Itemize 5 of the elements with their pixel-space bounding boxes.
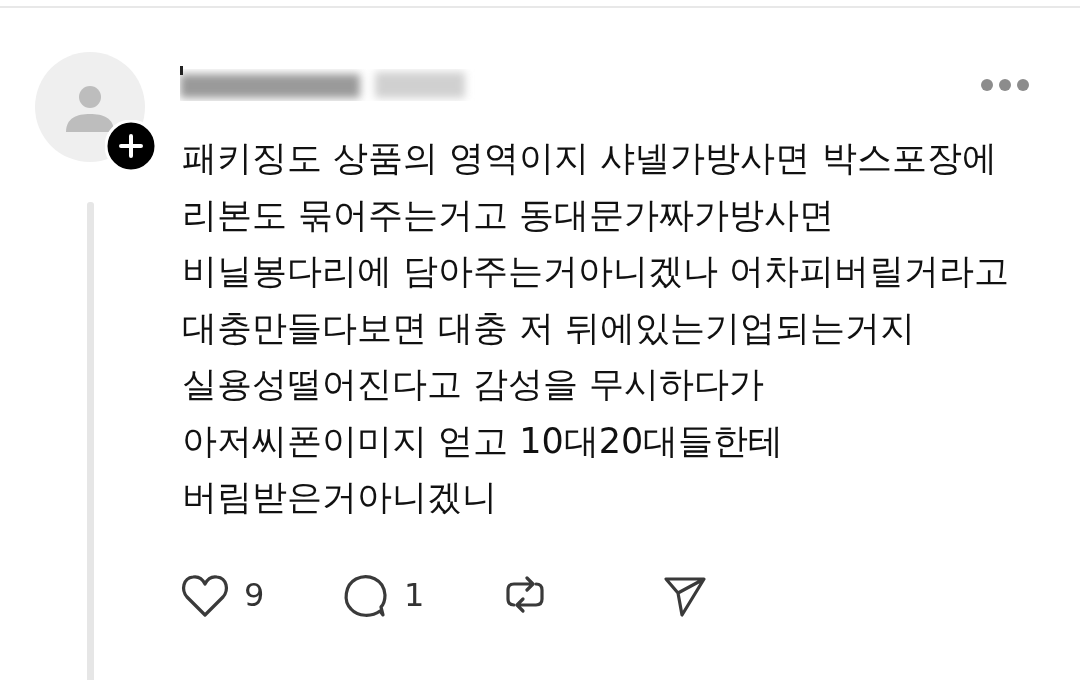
comment-text: 패키징도 상품의 영역이지 샤넬가방사면 박스포장에 리본도 묶어주는거고 동대문가짜가방사면 비닐봉다리에 담아주는거아니겠나 어차피버릴거라고 대충만들다보면 대충 저 뒤에있는기업되는거지 실용성떨어진다고 감성을 무시하다가 아저씨폰이미지 얻고 10대20대들한테 버림받은거아니겠니	[182, 137, 1011, 519]
count: 1	[404, 575, 425, 614]
count: 9	[244, 575, 265, 614]
follow-plus-icon[interactable]	[105, 120, 157, 172]
more-icon[interactable]	[980, 78, 1030, 92]
